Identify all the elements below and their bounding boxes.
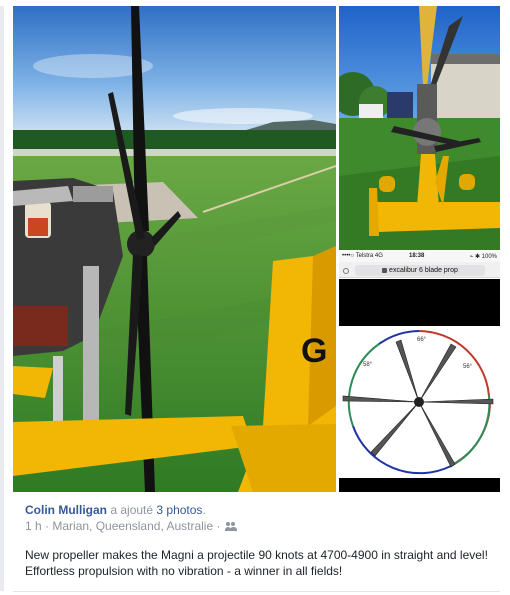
search-icon: [343, 268, 349, 274]
gyrocopter-engine-image: G: [13, 6, 336, 492]
photos-link[interactable]: 3 photos: [156, 503, 202, 517]
phone-black-area: [339, 279, 500, 326]
action-text: a ajouté: [110, 503, 154, 517]
location-link[interactable]: Marian, Queensland, Australie: [52, 519, 213, 533]
post-body-text: New propeller makes the Magni a projecti…: [25, 548, 488, 578]
photo-top-right[interactable]: [339, 6, 500, 250]
period-text: .: [202, 503, 206, 517]
post-header: Colin Mulligan a ajouté 3 photos.: [25, 503, 206, 517]
meta-separator: ·: [45, 519, 50, 533]
timestamp-link[interactable]: 1 h: [25, 519, 42, 533]
lock-icon: [382, 268, 388, 273]
meta-separator-2: ·: [216, 519, 221, 533]
url-field: excalibur 6 blade prop: [355, 265, 485, 276]
status-time: 18:38: [409, 253, 425, 259]
photo-bottom-right[interactable]: ••••○ Telstra 4G 18:38 ⌁ ✱ 100% excalibu…: [339, 252, 500, 492]
divider: [13, 591, 500, 592]
phone-status-bar: ••••○ Telstra 4G 18:38 ⌁ ✱ 100%: [339, 252, 500, 262]
phone-url-bar: excalibur 6 blade prop: [339, 262, 500, 278]
left-border: [0, 6, 4, 591]
status-battery: ⌁ ✱ 100%: [469, 254, 497, 260]
post-meta: 1 h · Marian, Queensland, Australie ·: [25, 519, 237, 533]
gyrocopter-rear-image: [339, 6, 500, 250]
propeller-diagram-image: [342, 330, 494, 475]
friends-icon[interactable]: [224, 522, 237, 531]
phone-black-bottom: [339, 478, 500, 492]
registration-text: G: [301, 332, 327, 370]
url-text: excalibur 6 blade prop: [389, 267, 458, 274]
angle-label-left: 58°: [363, 362, 373, 368]
status-carrier: ••••○ Telstra 4G: [342, 253, 383, 259]
photo-main[interactable]: G: [13, 6, 336, 492]
angle-label-top: 66°: [417, 337, 427, 343]
propeller-diagram: 66° 58° 56°: [339, 326, 500, 478]
angle-label-right: 56°: [463, 364, 473, 370]
post-card: G ••••○ Telstra 4G 18:38 ⌁ ✱ 100% excali…: [0, 0, 510, 595]
author-link[interactable]: Colin Mulligan: [25, 503, 107, 517]
